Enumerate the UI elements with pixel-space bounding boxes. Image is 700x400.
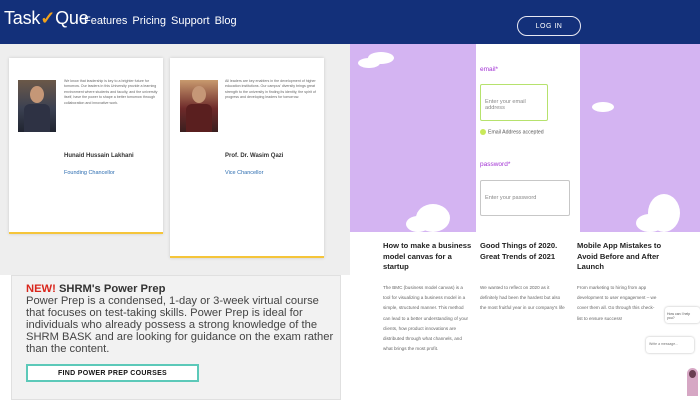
leader-role: Founding Chancellor — [64, 170, 115, 176]
chat-avatar-icon[interactable] — [687, 368, 698, 396]
leader-photo — [18, 80, 56, 132]
check-icon — [480, 129, 486, 135]
chat-message-input[interactable]: Write a message... — [646, 337, 694, 353]
email-field[interactable]: Enter your email address — [480, 84, 548, 121]
leader-photo — [180, 80, 218, 132]
email-label: email* — [480, 66, 499, 73]
logo-text-task: Task — [4, 8, 41, 28]
post-excerpt: The BMC (business model canvas) is a too… — [383, 285, 469, 352]
right-panel: email* Enter your email address Email Ad… — [350, 44, 700, 400]
login-button[interactable]: LOG IN — [517, 16, 581, 36]
cloud-shape — [358, 58, 380, 68]
logo[interactable]: Task✓Que — [4, 8, 89, 29]
password-label: password* — [480, 161, 511, 168]
leader-name: Prof. Dr. Wasim Qazi — [225, 153, 284, 159]
find-courses-button[interactable]: FIND POWER PREP COURSES — [26, 364, 199, 382]
leader-name: Hunaid Hussain Lakhani — [64, 153, 134, 159]
promo-body: Power Prep is a condensed, 1-day or 3-we… — [26, 295, 334, 355]
nav-link-support[interactable]: Support — [171, 15, 210, 27]
leader-quote: We know that leadership is key to a brig… — [64, 79, 158, 105]
nav-link-blog[interactable]: Blog — [215, 15, 237, 27]
nav-link-features[interactable]: Features — [84, 15, 127, 27]
cloud-shape — [592, 102, 614, 112]
promo-heading: SHRM's Power Prep — [58, 283, 166, 295]
nav-link-pricing[interactable]: Pricing — [132, 15, 166, 27]
login-form: email* Enter your email address Email Ad… — [476, 44, 580, 232]
cloud-shape — [406, 216, 430, 232]
email-validation-text: Email Address accepted — [488, 129, 544, 136]
leader-card: All leaders are key enablers in the deve… — [170, 58, 324, 258]
cloud-shape — [636, 214, 664, 232]
top-nav: Task✓Que Features Pricing Support Blog L… — [0, 0, 700, 44]
illustration-panel — [580, 44, 700, 232]
logo-check-icon: ✓ — [40, 8, 56, 28]
leader-card: We know that leadership is key to a brig… — [9, 58, 163, 234]
nav-links: Features Pricing Support Blog — [84, 15, 237, 27]
password-field[interactable]: Enter your password — [480, 180, 570, 216]
post-title[interactable]: How to make a business model canvas for … — [383, 241, 473, 273]
leader-role: Vice Chancellor — [225, 170, 264, 176]
post-excerpt: From marketing to hiring from app develo… — [577, 285, 657, 321]
illustration-panel — [350, 44, 476, 232]
chat-greeting: How can I help you? — [665, 307, 700, 323]
promo-text: NEW! SHRM's Power Prep Power Prep is a c… — [26, 283, 336, 355]
left-panel: We know that leadership is key to a brig… — [0, 44, 350, 400]
post-excerpt: We wanted to reflect on 2020 as it defin… — [480, 285, 565, 311]
post-title[interactable]: Mobile App Mistakes to Avoid Before and … — [577, 241, 677, 273]
promo-new-label: NEW! — [26, 283, 56, 295]
promo-box: NEW! SHRM's Power Prep Power Prep is a c… — [11, 275, 341, 400]
leader-quote: All leaders are key enablers in the deve… — [225, 79, 316, 100]
email-validation: Email Address accepted — [480, 129, 544, 135]
post-title[interactable]: Good Things of 2020. Great Trends of 202… — [480, 241, 570, 262]
